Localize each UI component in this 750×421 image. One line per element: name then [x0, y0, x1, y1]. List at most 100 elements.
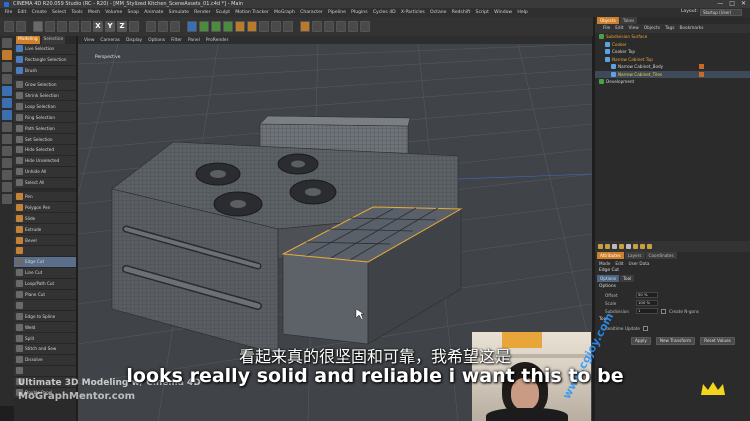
tab-selection[interactable]: Selection: [41, 36, 66, 44]
attr-menu-user-data[interactable]: User Data: [629, 261, 650, 266]
menu-script[interactable]: Script: [473, 10, 492, 15]
bridge-tool-icon[interactable]: [647, 244, 652, 249]
command-line-cut[interactable]: Line Cut: [14, 267, 76, 279]
render-settings-icon[interactable]: [170, 21, 180, 32]
object-tree-item[interactable]: Development: [595, 78, 750, 86]
plugin-icon[interactable]: [360, 21, 370, 32]
object-menu-objects[interactable]: Objects: [644, 26, 660, 31]
offset-field[interactable]: 50 %: [636, 292, 658, 298]
light-icon[interactable]: [283, 21, 293, 32]
polygons-mode-icon[interactable]: [2, 110, 12, 120]
menu-edit[interactable]: Edit: [15, 10, 29, 15]
command-edge-to-spline[interactable]: Edge to Spline: [14, 311, 76, 323]
command-ring-selection[interactable]: Ring Selection: [14, 112, 76, 124]
snap-icon[interactable]: [2, 170, 12, 180]
deformer-icon[interactable]: [247, 21, 257, 32]
make-editable-icon[interactable]: [2, 38, 12, 48]
command-weld[interactable]: Weld: [14, 322, 76, 334]
command-plane-cut[interactable]: Plane Cut: [14, 289, 76, 301]
viewport-menu-cameras[interactable]: Cameras: [100, 38, 120, 43]
object-menu-bookmarks[interactable]: Bookmarks: [679, 26, 703, 31]
camera-icon[interactable]: [271, 21, 281, 32]
object-menu-tags[interactable]: Tags: [665, 26, 675, 31]
close-button[interactable]: ✕: [741, 0, 746, 8]
subtab-options[interactable]: Options: [597, 275, 620, 282]
octane-icon[interactable]: [300, 21, 310, 32]
uv-mode-icon[interactable]: [2, 122, 12, 132]
model-mode-icon[interactable]: [2, 50, 12, 60]
move-tool-icon[interactable]: [45, 21, 55, 32]
arrow-tool-icon[interactable]: [612, 244, 617, 249]
scale-tool-icon[interactable]: [57, 21, 67, 32]
menu-simulate[interactable]: Simulate: [166, 10, 192, 15]
minimize-button[interactable]: —: [717, 0, 723, 8]
create-ngons-checkbox[interactable]: [661, 308, 666, 314]
command-live-selection[interactable]: Live Selection: [14, 44, 76, 55]
menu-redshift[interactable]: Redshift: [449, 10, 473, 15]
material-tag-icon[interactable]: [699, 71, 704, 77]
object-tree-item[interactable]: Cooker: [595, 41, 750, 49]
cycles-icon[interactable]: [336, 21, 346, 32]
menu-x-particles[interactable]: X-Particles: [398, 10, 427, 15]
command-extrude[interactable]: Extrude: [14, 224, 76, 236]
knife-tool-icon[interactable]: [598, 244, 603, 249]
points-mode-icon[interactable]: [2, 86, 12, 96]
command-hide-selected[interactable]: Hide Selected: [14, 145, 76, 156]
tab-objects[interactable]: Objects: [597, 17, 619, 24]
tweak-mode-icon[interactable]: [2, 146, 12, 156]
tab-coordinates[interactable]: Coordinates: [645, 252, 677, 259]
array-icon[interactable]: [223, 21, 233, 32]
menu-mograph[interactable]: MoGraph: [271, 10, 297, 15]
scale-field[interactable]: 100 %: [636, 300, 658, 306]
command-rectangle-selection[interactable]: Rectangle Selection: [14, 54, 76, 66]
object-tree-item[interactable]: Narrow Cabinet_Body: [595, 63, 750, 71]
viewport-menu-view[interactable]: View: [84, 38, 94, 43]
y-axis-lock-button[interactable]: Y: [105, 21, 115, 32]
axis-mode-icon[interactable]: [2, 134, 12, 144]
edges-mode-icon[interactable]: [2, 98, 12, 108]
viewport-menu-filter[interactable]: Filter: [171, 38, 182, 43]
render-picture-viewer-icon[interactable]: [158, 21, 168, 32]
object-menu-file[interactable]: File: [603, 26, 610, 31]
menu-character[interactable]: Character: [298, 10, 326, 15]
viewport-menu-panel[interactable]: Panel: [188, 38, 200, 43]
object-tree-item[interactable]: Subdivision Surface: [595, 33, 750, 41]
subdivision-surface-icon[interactable]: [211, 21, 221, 32]
object-tree-item[interactable]: Narrow Cabinet Top: [595, 56, 750, 64]
viewport-menu-options[interactable]: Options: [148, 38, 165, 43]
mograph-cloner-icon[interactable]: [235, 21, 245, 32]
maximize-button[interactable]: □: [729, 0, 735, 8]
object-tree-item[interactable]: Cooker Top: [595, 48, 750, 56]
viewport-menu-display[interactable]: Display: [126, 38, 142, 43]
attr-menu-mode[interactable]: Mode: [599, 261, 610, 266]
coordinate-system-icon[interactable]: [129, 21, 139, 32]
command-shrink-selection[interactable]: Shrink Selection: [14, 90, 76, 102]
command-polygon-pen[interactable]: Polygon Pen: [14, 202, 76, 214]
undo-icon[interactable]: [4, 21, 14, 32]
material-tag-icon[interactable]: [699, 64, 704, 70]
menu-create[interactable]: Create: [29, 10, 49, 15]
tab-layers[interactable]: Layers: [624, 252, 645, 259]
extrude-tool-icon[interactable]: [633, 244, 638, 249]
menu-tools[interactable]: Tools: [69, 10, 86, 15]
menu-render[interactable]: Render: [192, 10, 214, 15]
menu-select[interactable]: Select: [49, 10, 68, 15]
script-icon[interactable]: [348, 21, 358, 32]
command-slide[interactable]: Slide: [14, 213, 76, 225]
command-blank-23[interactable]: [14, 300, 76, 312]
command-loop-path-cut[interactable]: Loop/Path Cut: [14, 278, 76, 290]
menu-cycles-4d[interactable]: Cycles 4D: [370, 10, 398, 15]
command-unhide-all[interactable]: Unhide All: [14, 166, 76, 178]
menu-octane[interactable]: Octane: [427, 10, 449, 15]
command-select-all[interactable]: Select All: [14, 177, 76, 189]
rotate-tool-icon[interactable]: [69, 21, 79, 32]
command-brush[interactable]: Brush: [14, 65, 76, 77]
move-icon[interactable]: [626, 244, 631, 249]
command-grow-selection[interactable]: Grow Selection: [14, 79, 76, 91]
tab-attributes[interactable]: Attributes: [597, 252, 624, 259]
cut-tool-icon[interactable]: [605, 244, 610, 249]
recent-tool-icon[interactable]: [81, 21, 91, 32]
menu-motion-tracker[interactable]: Motion Tracker: [233, 10, 272, 15]
command-hide-unselected[interactable]: Hide Unselected: [14, 155, 76, 167]
polygon-tool-icon[interactable]: [619, 244, 624, 249]
